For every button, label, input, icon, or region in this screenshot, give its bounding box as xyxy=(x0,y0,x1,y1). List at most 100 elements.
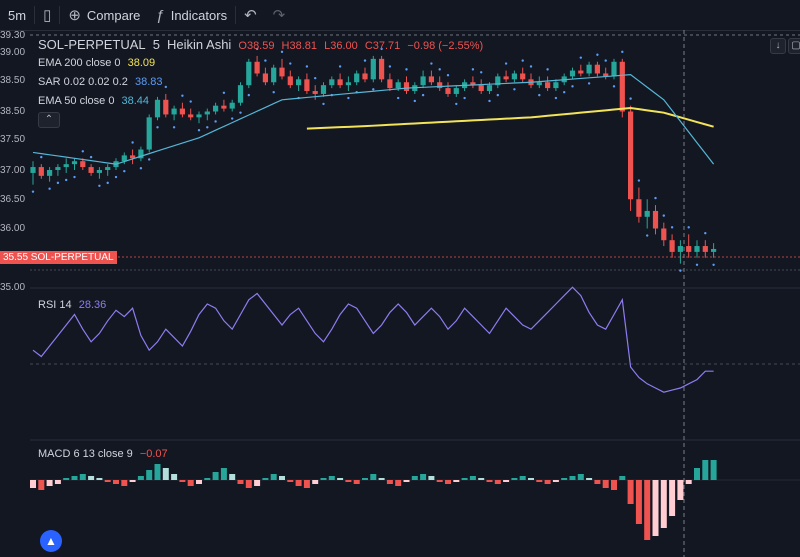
sar-dot xyxy=(239,111,242,114)
sar-dot xyxy=(455,102,458,106)
candle-body xyxy=(229,102,235,109)
macd-bar xyxy=(162,468,169,480)
candle-body xyxy=(80,161,86,168)
macd-bar xyxy=(552,480,559,482)
candle-body xyxy=(254,61,260,74)
y-tick: 36.50 xyxy=(0,194,26,205)
sar-dot xyxy=(413,99,416,103)
sar-dot xyxy=(131,141,134,144)
candle-body xyxy=(204,111,210,115)
rsi-legend[interactable]: RSI 14 28.36 xyxy=(38,299,110,311)
macd-bar xyxy=(362,478,368,480)
candle-body xyxy=(188,114,194,118)
sar-dot xyxy=(654,196,657,200)
candle-body xyxy=(636,199,642,217)
tradingview-logo-icon[interactable]: ▲ xyxy=(40,530,62,552)
macd-bar xyxy=(486,480,493,482)
legend-high: H38.81 xyxy=(281,40,318,52)
sar-legend[interactable]: SAR 0.02 0.02 0.2 38.83 xyxy=(38,76,167,88)
fullscreen-icon[interactable]: ▢ xyxy=(788,38,800,54)
candle-body xyxy=(105,167,111,170)
legend-open: O38.59 xyxy=(238,40,275,52)
candle-body xyxy=(445,88,451,94)
macd-bar xyxy=(320,478,327,480)
candle-body xyxy=(536,82,542,86)
macd-bar xyxy=(54,480,61,484)
macd-bar xyxy=(46,480,53,486)
y-tick: 35.00 xyxy=(0,282,26,293)
sar-dot xyxy=(405,68,408,71)
candle-body xyxy=(271,67,277,83)
candle-body xyxy=(594,64,600,74)
legend-timeframe: 5 xyxy=(152,37,160,52)
candle-body xyxy=(354,73,360,83)
macd-bar xyxy=(88,476,95,480)
candle-body xyxy=(279,67,285,77)
legend-symbol[interactable]: SOL-PERPETUAL xyxy=(38,37,146,52)
candle-body xyxy=(163,99,169,115)
legend-close: C37.71 xyxy=(364,40,401,52)
ema200-value: 38.09 xyxy=(127,57,156,69)
sar-value: 38.83 xyxy=(134,76,163,88)
candle-body xyxy=(55,167,61,170)
candle-body xyxy=(428,76,434,83)
sar-dot xyxy=(621,50,624,54)
sar-dot xyxy=(372,88,375,91)
candle-body xyxy=(196,114,202,118)
sar-dot xyxy=(148,158,151,161)
sar-dot xyxy=(214,120,217,123)
sar-dot xyxy=(612,85,616,88)
candle-body xyxy=(287,76,293,86)
macd-bar xyxy=(378,478,385,480)
candle-body xyxy=(403,82,410,92)
macd-bar xyxy=(478,478,485,480)
y-tick: 37.50 xyxy=(0,134,26,145)
macd-bar xyxy=(528,478,534,480)
sar-dot xyxy=(430,62,433,65)
macd-bar xyxy=(536,480,543,482)
collapse-legend-button[interactable]: ⌃ xyxy=(38,112,60,128)
candle-body xyxy=(586,64,592,74)
candle-body xyxy=(619,61,625,112)
candle-body xyxy=(337,79,343,86)
candle-body xyxy=(669,240,675,252)
macd-value: −0.07 xyxy=(139,448,168,460)
ema50-legend[interactable]: EMA 50 close 0 38.44 xyxy=(38,95,153,107)
macd-bar xyxy=(63,478,70,480)
y-tick: 38.50 xyxy=(0,75,26,86)
candle-body xyxy=(345,82,351,86)
download-icon[interactable]: ↓ xyxy=(770,38,786,54)
macd-bar xyxy=(337,478,344,480)
sar-dot xyxy=(679,269,682,272)
sar-dot xyxy=(471,68,475,71)
sar-dot xyxy=(670,226,674,229)
sar-dot xyxy=(596,53,599,56)
macd-bar xyxy=(204,478,211,480)
sar-dot xyxy=(272,90,275,94)
macd-bar xyxy=(702,460,709,480)
sar-dot xyxy=(73,175,76,179)
macd-bar xyxy=(154,464,161,480)
candle-body xyxy=(246,61,252,86)
macd-bar xyxy=(237,480,244,484)
ema200-legend[interactable]: EMA 200 close 0 38.09 xyxy=(38,57,159,69)
candle-body xyxy=(370,58,376,80)
rsi-label: RSI 14 xyxy=(38,299,72,311)
sar-dot xyxy=(48,187,51,190)
legend-change: −0.98 (−2.55%) xyxy=(407,40,484,52)
rsi-line xyxy=(32,286,714,393)
candle-body xyxy=(38,167,44,176)
legend-low: L36.00 xyxy=(324,40,358,52)
sar-dot xyxy=(231,117,234,120)
sar-dot xyxy=(322,102,325,106)
sar-dot xyxy=(695,263,699,266)
macd-bar xyxy=(445,480,451,484)
candle-body xyxy=(47,170,53,176)
candle-body xyxy=(329,79,335,86)
macd-bar xyxy=(121,480,128,486)
sar-dot xyxy=(571,85,574,88)
macd-bar xyxy=(453,480,460,482)
macd-legend[interactable]: MACD 6 13 close 9 −0.07 xyxy=(38,448,172,460)
macd-bar xyxy=(710,460,717,480)
macd-bar xyxy=(71,476,78,480)
